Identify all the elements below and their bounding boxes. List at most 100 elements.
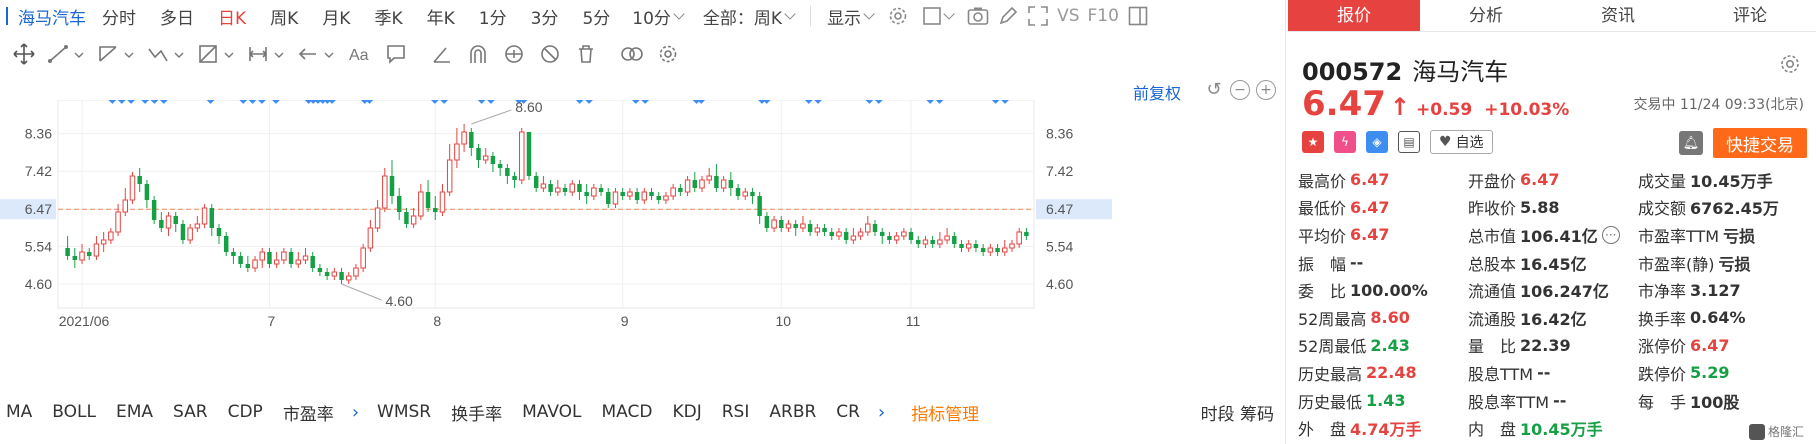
color-dropdown[interactable]: [913, 7, 963, 25]
move-icon[interactable]: [6, 39, 42, 69]
comment-tool-icon[interactable]: [378, 39, 414, 69]
candle-body: [360, 247, 366, 269]
tag-icon: ◈: [1366, 131, 1388, 153]
quote-cell: 52周最高 8.60: [1298, 306, 1468, 330]
tab-quarter-k[interactable]: 季K: [362, 4, 414, 29]
candle-body: [952, 236, 957, 244]
fib-tool-icon[interactable]: [192, 39, 242, 69]
tab-duori[interactable]: 多日: [148, 4, 206, 29]
tab-month-k[interactable]: 月K: [310, 4, 362, 29]
tab-analysis[interactable]: 分析: [1420, 0, 1552, 31]
candle-body: [129, 175, 136, 201]
candle-body: [829, 232, 834, 236]
f10-button[interactable]: F10: [1083, 6, 1122, 26]
gear-icon[interactable]: [1778, 52, 1802, 76]
limit-up-icon: ϟ: [1334, 131, 1356, 153]
indicator-ma[interactable]: MA: [0, 402, 46, 422]
arrow-up-icon: ↑: [1389, 93, 1410, 121]
display-select[interactable]: 显示: [817, 4, 883, 29]
indicator-sar[interactable]: SAR: [167, 402, 222, 422]
quote-grid: 最高价 6.47 开盘价 6.47 成交量 10.45万手 最低价 6.47 昨收价 5.88 成交…: [1298, 166, 1808, 442]
candle-body: [1009, 243, 1015, 249]
range-tool-icon[interactable]: [242, 39, 292, 69]
panel-toggle-icon[interactable]: [1123, 2, 1153, 30]
candlestick-chart[interactable]: 8.36 8.36 7.42 7.42 6.47 6.47 5.54 5.54 4.60 4.60…: [0, 100, 1286, 390]
camera-icon[interactable]: [963, 2, 993, 30]
zoom-in-icon[interactable]: +: [1256, 80, 1276, 100]
indicator-pe[interactable]: 市盈率: [277, 400, 348, 425]
quote-value: 6.47: [1520, 170, 1560, 190]
chevron-right-icon[interactable]: ›: [348, 402, 371, 423]
indicator-arbr[interactable]: ARBR: [763, 402, 830, 422]
stock-name-tab[interactable]: 海马汽车: [6, 4, 86, 29]
magnet-icon[interactable]: [460, 39, 496, 69]
channel-tool-icon[interactable]: [92, 39, 142, 69]
chevron-down-icon: [673, 8, 685, 20]
drawing-settings-icon[interactable]: [650, 39, 686, 69]
time-range-button[interactable]: 时段 筹码: [1201, 400, 1286, 425]
more-info-icon[interactable]: ···: [1601, 225, 1620, 244]
zoom-out-icon[interactable]: −: [1230, 80, 1250, 100]
pen-icon[interactable]: [993, 2, 1023, 30]
range-select[interactable]: 全部：周K: [693, 4, 804, 29]
tab-day-k[interactable]: 日K: [206, 4, 258, 29]
price-row: 6.47 ↑ +0.59 +10.03%: [1302, 84, 1569, 124]
candle-body: [814, 227, 821, 233]
wave-tool-icon[interactable]: [142, 39, 192, 69]
indicator-kdj[interactable]: KDJ: [666, 402, 715, 422]
indicator-ema[interactable]: EMA: [110, 402, 167, 422]
candle-body: [785, 223, 792, 229]
indicator-wmsr[interactable]: WMSR: [371, 402, 445, 422]
low-annotation: 4.60: [386, 293, 413, 309]
indicator-macd[interactable]: MACD: [596, 402, 667, 422]
text-tool-icon[interactable]: Aa: [342, 39, 378, 69]
tab-week-k[interactable]: 周K: [258, 4, 310, 29]
indicator-cr[interactable]: CR: [830, 402, 874, 422]
quote-label: 52周最高: [1298, 309, 1367, 329]
chevron-right-icon[interactable]: ›: [874, 402, 897, 423]
candle-body: [649, 192, 654, 196]
tab-fenshi[interactable]: 分时: [90, 4, 148, 29]
candle-body: [922, 239, 929, 245]
quote-value: 100股: [1690, 392, 1740, 412]
angle-tool-icon[interactable]: [424, 39, 460, 69]
reset-icon[interactable]: ↺: [1204, 80, 1224, 100]
y-tick-label: 8.36: [25, 126, 52, 142]
event-marker: [257, 100, 267, 104]
tab-3min[interactable]: 3分: [519, 4, 571, 29]
tab-news[interactable]: 资讯: [1552, 0, 1684, 31]
indicator-mavol[interactable]: MAVOL: [516, 402, 595, 422]
add-watchlist-button[interactable]: ♥ 自选: [1430, 130, 1493, 154]
trash-icon[interactable]: [568, 39, 604, 69]
tab-10min-dropdown[interactable]: 10分: [622, 4, 693, 29]
line-tool-icon[interactable]: [42, 39, 92, 69]
add-watchlist-label: 自选: [1455, 135, 1484, 151]
vs-compare-button[interactable]: VS: [1053, 6, 1083, 26]
candle-body: [108, 231, 114, 241]
tab-quote[interactable]: 报价: [1288, 0, 1420, 31]
quick-trade-button[interactable]: 快捷交易: [1713, 128, 1807, 158]
tab-comments[interactable]: 评论: [1684, 0, 1816, 31]
stock-code: 000572: [1302, 58, 1403, 86]
tab-1min[interactable]: 1分: [467, 4, 519, 29]
quote-cell: 历史最低 1.43: [1298, 389, 1468, 413]
quote-label: 总市值: [1468, 226, 1517, 246]
hide-drawing-icon[interactable]: [532, 39, 568, 69]
tab-year-k[interactable]: 年K: [415, 4, 467, 29]
fullscreen-icon[interactable]: [1023, 2, 1053, 30]
bell-icon[interactable]: 🔔︎: [1679, 131, 1703, 155]
candle-body: [482, 155, 489, 161]
candle-body: [771, 219, 777, 229]
divider: [810, 6, 812, 26]
settings-icon[interactable]: [883, 2, 913, 30]
indicator-boll[interactable]: BOLL: [46, 402, 110, 422]
tab-5min[interactable]: 5分: [570, 4, 622, 29]
lock-drawing-icon[interactable]: [496, 39, 532, 69]
overlay-icon[interactable]: [614, 39, 650, 69]
indicator-rsi[interactable]: RSI: [716, 402, 764, 422]
indicator-manager-button[interactable]: 指标管理: [897, 400, 979, 425]
indicator-cdp[interactable]: CDP: [222, 402, 277, 422]
candle-body: [857, 231, 864, 237]
indicator-turnover[interactable]: 换手率: [445, 400, 516, 425]
arrow-tool-icon[interactable]: [292, 39, 342, 69]
